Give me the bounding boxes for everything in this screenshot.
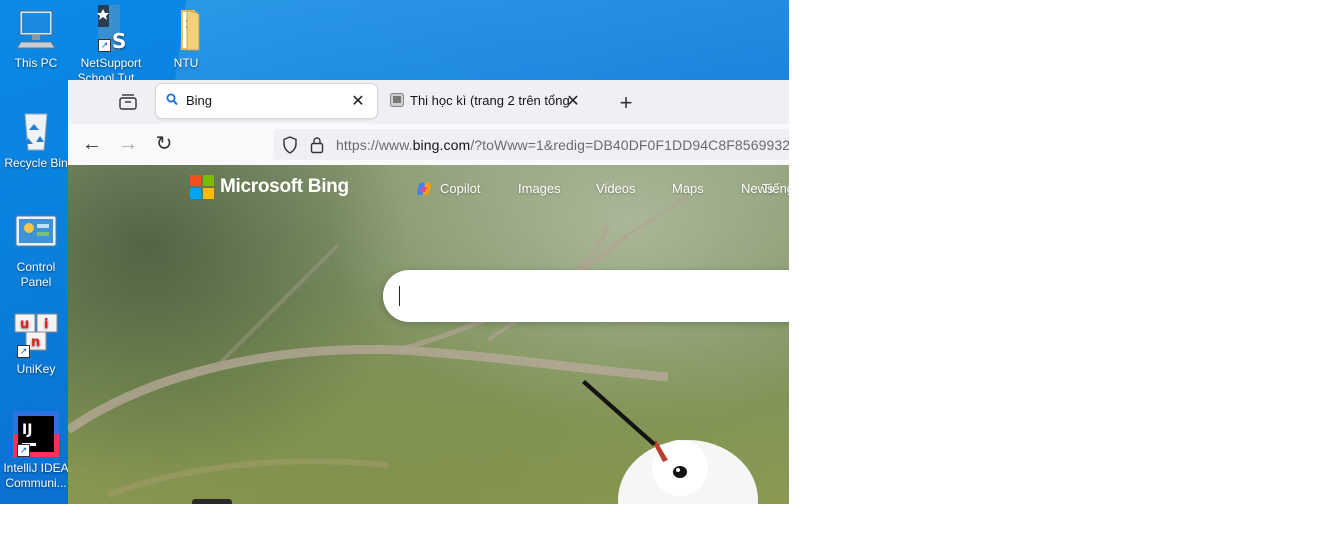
back-button[interactable]: ← (80, 133, 104, 157)
bing-homepage: Microsoft Bing Copilot Images Videos Map… (68, 165, 789, 504)
tab-exam[interactable]: Thi học kì (trang 2 trên tổng số ✕ (386, 84, 604, 118)
tab-overview-icon[interactable] (118, 93, 138, 111)
tab-title: Thi học kì (trang 2 trên tổng số (410, 93, 574, 108)
desktop: This PC S ↗ NetSupport School Tut... NTU (0, 0, 789, 504)
close-tab-icon[interactable]: ✕ (349, 91, 367, 111)
recycle-bin-icon (13, 106, 59, 152)
desktop-icon-label: NTU (173, 56, 199, 70)
svg-text:i: i (44, 317, 48, 332)
netsupport-icon: S ↗ (88, 4, 134, 53)
page-bottom-control[interactable] (192, 499, 232, 504)
desktop-icon-netsupport[interactable]: S ↗ NetSupport School Tut... (76, 4, 146, 84)
shortcut-arrow-icon: ↗ (17, 444, 30, 457)
reload-button[interactable]: ↻ (152, 133, 176, 157)
desktop-icon-label: Control Panel (16, 260, 56, 289)
desktop-icon-label: This PC (14, 56, 58, 70)
desktop-icon-label: UniKey (16, 362, 56, 376)
lock-icon[interactable] (310, 136, 324, 159)
svg-text:u: u (20, 317, 29, 332)
desktop-icon-intellij[interactable]: IJ ↗ IntelliJ IDEA Communi... (1, 411, 71, 491)
control-panel-icon (13, 210, 59, 256)
nav-videos[interactable]: Videos (596, 181, 636, 196)
svg-text:S: S (112, 29, 126, 52)
search-icon (166, 93, 178, 110)
page-icon (390, 93, 404, 110)
search-input[interactable] (383, 270, 789, 322)
folder-icon (163, 6, 209, 52)
tab-bing[interactable]: Bing ✕ (156, 84, 377, 118)
close-tab-icon[interactable]: ✕ (564, 91, 582, 111)
text-caret (399, 286, 400, 306)
url-bar[interactable]: https://www.bing.com/?toWww=1&redig=DB40… (274, 129, 789, 160)
tab-bar: Bing ✕ Thi học kì (trang 2 trên tổng số … (68, 80, 789, 124)
url-text[interactable]: https://www.bing.com/?toWww=1&redig=DB40… (336, 137, 789, 153)
desktop-icon-this-pc[interactable]: This PC (1, 6, 71, 71)
tab-title: Bing (186, 93, 213, 108)
new-tab-button[interactable]: + (614, 90, 638, 116)
shield-icon[interactable] (282, 136, 298, 159)
desktop-icon-label: IntelliJ IDEA Communi... (3, 461, 69, 490)
desktop-icon-label: Recycle Bin (4, 156, 68, 170)
desktop-icon-ntu[interactable]: NTU (151, 6, 221, 71)
background-image (68, 193, 758, 504)
desktop-icon-unikey[interactable]: u i n ↗ UniKey (1, 312, 71, 377)
browser-window: Bing ✕ Thi học kì (trang 2 trên tổng số … (68, 80, 789, 504)
language-link[interactable]: Tiếng (762, 181, 789, 196)
logo-text: Microsoft Bing (220, 176, 349, 197)
forward-button[interactable]: → (116, 133, 140, 157)
nav-copilot[interactable]: Copilot (440, 181, 480, 196)
nav-images[interactable]: Images (518, 181, 561, 196)
svg-text:IJ: IJ (22, 422, 32, 438)
svg-text:n: n (31, 335, 40, 350)
desktop-icon-recycle-bin[interactable]: Recycle Bin (1, 106, 71, 171)
copilot-icon[interactable] (416, 181, 432, 197)
intellij-icon: IJ ↗ (13, 411, 59, 457)
desktop-icon-control-panel[interactable]: Control Panel (1, 210, 71, 290)
shortcut-arrow-icon: ↗ (17, 345, 30, 358)
unikey-icon: u i n ↗ (13, 312, 59, 358)
navigation-bar: ← → ↻ https://www.bing.com/?toWww=1&redi… (68, 124, 789, 166)
nav-maps[interactable]: Maps (672, 181, 704, 196)
shortcut-arrow-icon: ↗ (98, 39, 111, 52)
microsoft-logo-icon (190, 175, 214, 199)
computer-icon (13, 6, 59, 52)
